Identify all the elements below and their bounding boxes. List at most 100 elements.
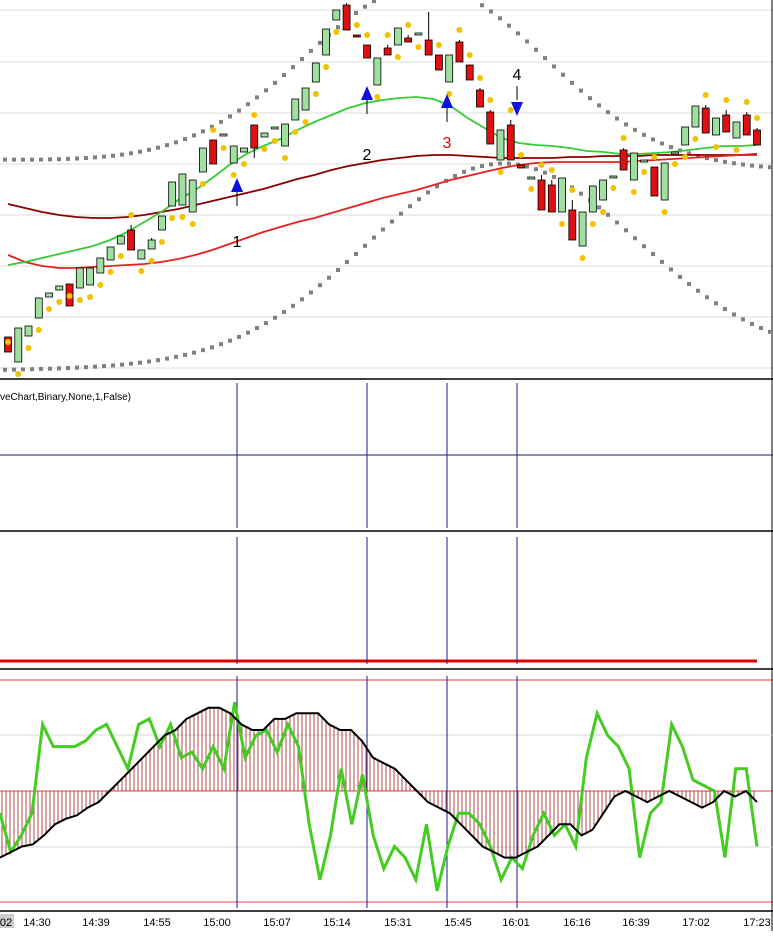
x-axis-tick-label: 02	[0, 917, 12, 929]
x-axis: 02 14:30 14:39 14:55 15:00 15:07 15:14 15:31 15:…	[0, 914, 771, 929]
psar-dot	[692, 136, 699, 142]
band-dot-lower	[624, 228, 628, 233]
osc-black-line	[0, 706, 758, 859]
psar-dot	[240, 161, 247, 167]
candle-body	[742, 114, 751, 136]
band-dot-lower	[741, 317, 745, 322]
candle-body	[178, 173, 187, 206]
marker-label: 4	[513, 67, 522, 84]
band-dot-upper	[489, 9, 493, 14]
band-dot-upper	[21, 157, 25, 162]
candle-body	[660, 162, 669, 201]
band-dot-lower	[48, 366, 52, 371]
band-dot-upper	[129, 151, 133, 156]
band-dot-lower	[3, 367, 7, 372]
band-dot-upper	[111, 153, 115, 158]
psar-dot	[87, 294, 94, 300]
band-dot-lower	[354, 251, 358, 256]
candle-body	[671, 151, 679, 155]
band-dot-lower	[291, 303, 295, 308]
candle-body	[465, 64, 474, 81]
band-dot-lower	[606, 212, 610, 217]
band-dot-lower	[507, 161, 511, 166]
band-dot-upper	[615, 116, 619, 121]
band-dot-upper	[273, 80, 277, 85]
candle-body	[281, 123, 289, 147]
candle-body	[517, 164, 525, 169]
psar-dot	[353, 22, 360, 28]
band-dot-lower	[615, 220, 619, 225]
band-dot-upper	[174, 140, 178, 145]
psar-dot	[107, 269, 114, 275]
band-dot-lower	[426, 190, 430, 195]
psar-dot	[35, 327, 42, 333]
band-dot-lower	[111, 363, 115, 368]
band-dot-lower	[381, 227, 385, 232]
psar-dot	[302, 119, 309, 125]
psar-dot	[46, 306, 53, 312]
candle-body	[486, 111, 495, 145]
band-dot-upper	[237, 108, 241, 113]
candle-body	[106, 246, 115, 261]
psar-dot	[610, 185, 617, 191]
band-dot-lower	[633, 236, 637, 241]
band-dot-upper	[228, 114, 232, 119]
band-dot-lower	[246, 330, 250, 335]
band-dot-upper	[66, 156, 70, 161]
band-dot-upper	[246, 102, 250, 107]
band-dot-upper	[507, 23, 511, 28]
band-dot-lower	[597, 205, 601, 210]
band-dot-upper	[732, 161, 736, 166]
psar-dot	[702, 92, 709, 98]
psar-dot	[251, 112, 258, 118]
candle-body	[342, 4, 351, 31]
x-axis-tick-label: 16:01	[502, 917, 530, 929]
band-dot-lower	[84, 365, 88, 370]
band-dot-lower	[363, 243, 367, 248]
band-dot-upper	[741, 162, 745, 167]
band-dot-lower	[669, 267, 673, 272]
psar-dot	[528, 186, 535, 192]
band-dot-lower	[678, 274, 682, 279]
candle-body	[445, 54, 454, 83]
candle-body	[147, 239, 156, 250]
candle-body	[609, 175, 618, 179]
band-dot-lower	[300, 297, 304, 302]
band-dot-upper	[723, 159, 727, 164]
signal-vertical-lines	[236, 383, 518, 908]
x-axis-tick-label: 15:31	[384, 917, 412, 929]
candle-body	[496, 129, 505, 161]
psar-dot	[712, 144, 719, 150]
band-dot-lower	[372, 235, 376, 240]
band-dot-upper	[183, 137, 187, 142]
psar-dot	[415, 44, 422, 50]
candle-body	[219, 133, 228, 137]
candle-body	[55, 285, 64, 291]
band-dot-upper	[39, 157, 43, 162]
osc-histogram	[1, 707, 755, 858]
x-axis-tick-label: 16:16	[563, 917, 591, 929]
candle-body	[732, 121, 741, 139]
psar-dot	[5, 339, 11, 345]
psar-dot	[374, 94, 381, 100]
band-dot-lower	[453, 173, 457, 178]
band-dot-lower	[138, 360, 142, 365]
candle-body	[158, 215, 166, 231]
candle-body	[240, 147, 248, 153]
candle-body	[404, 37, 413, 43]
psar-dot	[56, 299, 63, 305]
candle-body	[629, 152, 638, 181]
band-dot-upper	[714, 158, 718, 163]
candle-body	[383, 47, 392, 56]
band-dot-lower	[147, 359, 151, 364]
band-dot-lower	[39, 366, 43, 371]
band-dot-upper	[192, 133, 196, 138]
band-dot-upper	[534, 47, 538, 52]
candle-body	[116, 235, 125, 245]
binary-panel-label: veChart,Binary,None,1,False)	[0, 392, 131, 403]
band-dot-upper	[642, 132, 646, 137]
psar-dot	[476, 75, 483, 81]
psar-dot	[507, 107, 514, 113]
candle-body	[301, 87, 310, 111]
band-dot-lower	[705, 295, 709, 300]
